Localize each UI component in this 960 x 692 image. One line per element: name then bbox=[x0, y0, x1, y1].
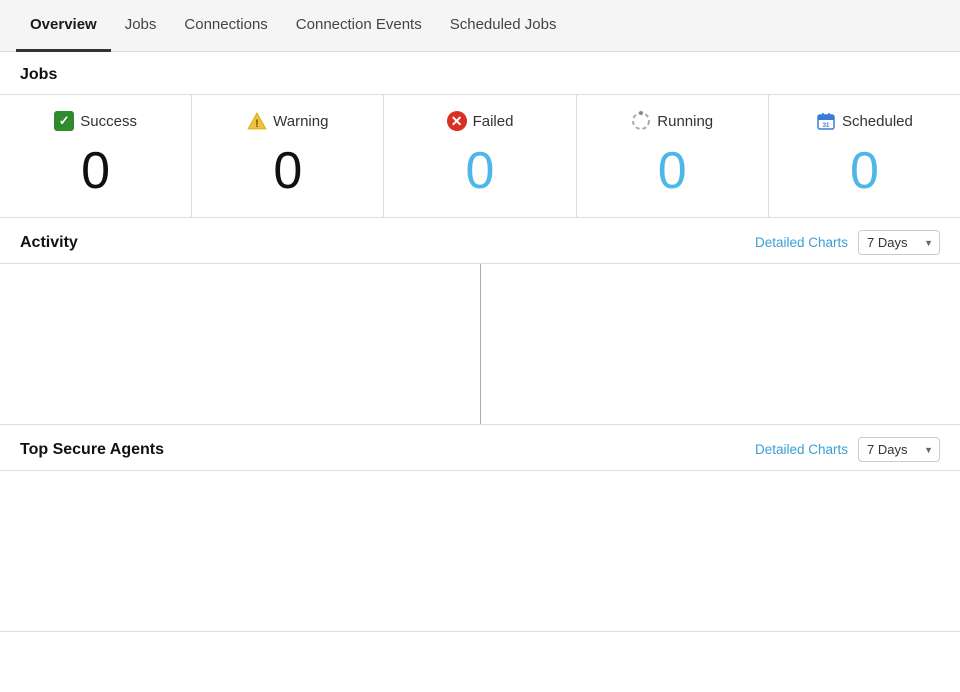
job-cell-scheduled: 31 Scheduled 0 bbox=[769, 95, 960, 217]
success-value: 0 bbox=[81, 145, 110, 197]
scheduled-label: Scheduled bbox=[842, 113, 913, 130]
job-cell-failed: ✕ Failed 0 bbox=[384, 95, 576, 217]
agents-controls: Detailed Charts 7 Days 30 Days 90 Days bbox=[755, 437, 940, 462]
nav-tabs: Overview Jobs Connections Connection Eve… bbox=[0, 0, 960, 52]
activity-section: Activity Detailed Charts 7 Days 30 Days … bbox=[0, 218, 960, 425]
tab-scheduled-jobs[interactable]: Scheduled Jobs bbox=[436, 0, 571, 52]
tab-overview[interactable]: Overview bbox=[16, 0, 111, 52]
success-label: Success bbox=[80, 113, 137, 130]
tab-connections[interactable]: Connections bbox=[170, 0, 281, 52]
job-label-success: ✓ Success bbox=[54, 111, 137, 131]
running-icon bbox=[631, 111, 651, 131]
agents-dropdown-wrapper: 7 Days 30 Days 90 Days bbox=[858, 437, 940, 462]
success-icon: ✓ bbox=[54, 111, 74, 131]
running-label: Running bbox=[657, 113, 713, 130]
agents-timerange-dropdown[interactable]: 7 Days 30 Days 90 Days bbox=[858, 437, 940, 462]
activity-chart-area bbox=[0, 264, 960, 424]
svg-text:!: ! bbox=[255, 118, 259, 130]
job-cell-success: ✓ Success 0 bbox=[0, 95, 192, 217]
job-label-warning: ! Warning bbox=[247, 111, 328, 131]
activity-controls: Detailed Charts 7 Days 30 Days 90 Days bbox=[755, 230, 940, 255]
failed-value: 0 bbox=[466, 145, 495, 197]
jobs-grid: ✓ Success 0 ! Warning 0 ✕ Faile bbox=[0, 94, 960, 218]
job-label-scheduled: 31 Scheduled bbox=[816, 111, 913, 131]
job-cell-running: Running 0 bbox=[577, 95, 769, 217]
tab-connection-events[interactable]: Connection Events bbox=[282, 0, 436, 52]
activity-chart-divider bbox=[480, 264, 481, 424]
job-label-failed: ✕ Failed bbox=[447, 111, 514, 131]
tab-jobs[interactable]: Jobs bbox=[111, 0, 171, 52]
warning-label: Warning bbox=[273, 113, 328, 130]
agents-title: Top Secure Agents bbox=[20, 441, 164, 459]
agents-chart-area bbox=[0, 471, 960, 631]
warning-icon: ! bbox=[247, 111, 267, 131]
scheduled-icon: 31 bbox=[816, 111, 836, 131]
failed-icon: ✕ bbox=[447, 111, 467, 131]
activity-header-row: Activity Detailed Charts 7 Days 30 Days … bbox=[0, 218, 960, 264]
agents-detailed-charts-link[interactable]: Detailed Charts bbox=[755, 442, 848, 457]
agents-section: Top Secure Agents Detailed Charts 7 Days… bbox=[0, 425, 960, 632]
svg-text:31: 31 bbox=[823, 123, 830, 129]
activity-timerange-dropdown[interactable]: 7 Days 30 Days 90 Days bbox=[858, 230, 940, 255]
job-cell-warning: ! Warning 0 bbox=[192, 95, 384, 217]
scheduled-value: 0 bbox=[850, 145, 879, 197]
jobs-section-header: Jobs bbox=[0, 52, 960, 94]
activity-detailed-charts-link[interactable]: Detailed Charts bbox=[755, 235, 848, 250]
failed-label: Failed bbox=[473, 113, 514, 130]
agents-header-row: Top Secure Agents Detailed Charts 7 Days… bbox=[0, 425, 960, 471]
running-value: 0 bbox=[658, 145, 687, 197]
warning-value: 0 bbox=[273, 145, 302, 197]
main-content: Jobs ✓ Success 0 ! Warning 0 bbox=[0, 52, 960, 632]
activity-dropdown-wrapper: 7 Days 30 Days 90 Days bbox=[858, 230, 940, 255]
activity-title: Activity bbox=[20, 234, 78, 252]
job-label-running: Running bbox=[631, 111, 713, 131]
